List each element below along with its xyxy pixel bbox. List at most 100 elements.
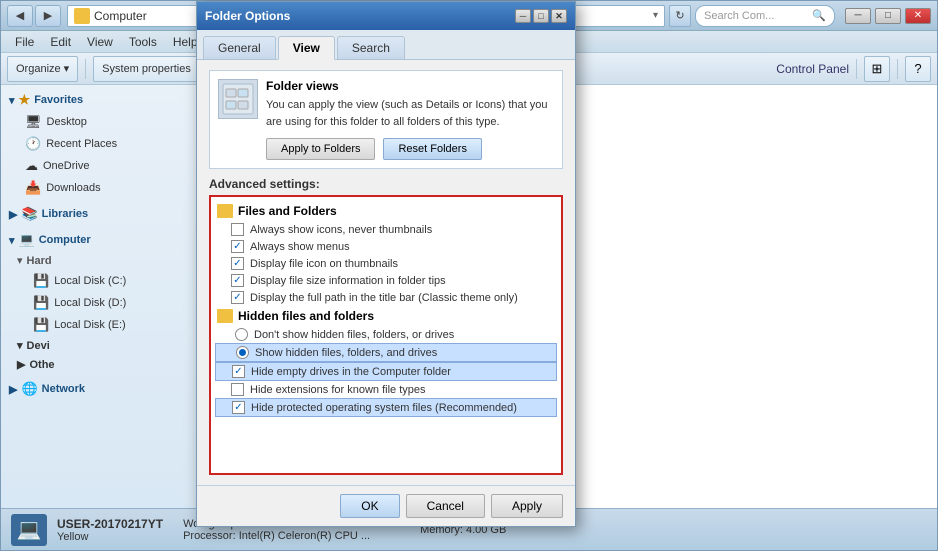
close-button[interactable]: ✕ [905,8,931,24]
recent-icon: 🕐 [25,136,41,152]
checkbox-display-full-path[interactable] [231,291,244,304]
window-controls: ─ □ ✕ [843,8,931,24]
search-box[interactable]: Search Com... 🔍 [695,5,835,27]
disk-e-label: Local Disk (E:) [54,319,126,331]
computer-header[interactable]: ▾ 💻 Computer [1,229,200,251]
libraries-triangle: ▶ [9,208,17,221]
checkbox-hide-extensions[interactable] [231,383,244,396]
sidebar-item-recent[interactable]: 🕐 Recent Places [1,133,200,155]
organize-button[interactable]: Organize ▾ [7,56,78,82]
checkbox-display-file-icon[interactable] [231,257,244,270]
disk-c-icon: 💾 [33,273,49,289]
folder-views-icon [218,79,258,119]
system-properties-button[interactable]: System properties [93,56,200,82]
devices-header[interactable]: ▾ Devi [1,336,200,355]
sidebar-item-d[interactable]: 💾 Local Disk (D:) [1,292,200,314]
other-header[interactable]: ▶ Othe [1,355,200,374]
dialog-title-bar: Folder Options ─ □ ✕ [197,2,575,30]
network-header[interactable]: ▶ 🌐 Network [1,378,200,400]
checkbox-hide-protected[interactable] [232,401,245,414]
radio-dont-show[interactable] [235,328,248,341]
adv-item-display-full-path[interactable]: Display the full path in the title bar (… [215,289,557,306]
hard-label: Hard [27,255,52,267]
sidebar-item-c[interactable]: 💾 Local Disk (C:) [1,270,200,292]
tab-search[interactable]: Search [337,36,405,59]
forward-icon: ▶ [44,9,52,22]
sidebar-item-downloads[interactable]: 📥 Downloads [1,177,200,199]
recent-label: Recent Places [46,138,117,150]
toolbar-separator [85,59,86,79]
computer-icon: 💻 [19,232,35,248]
dialog-apply-button[interactable]: Apply [491,494,563,518]
dialog-ok-button[interactable]: OK [340,494,399,518]
sidebar-item-desktop[interactable]: 🖥 Desktop [1,111,200,133]
minimize-icon: ─ [854,10,861,21]
status-info: USER-20170217YT Yellow [57,517,163,543]
dialog-maximize-button[interactable]: □ [533,9,549,23]
advanced-settings-box[interactable]: Files and Folders Always show icons, nev… [209,195,563,475]
explorer-window: ◀ ▶ Computer ▾ ↻ Search Com... 🔍 ─ □ [0,0,938,551]
adv-item-display-file-size[interactable]: Display file size information in folder … [215,272,557,289]
hard-drives-header[interactable]: ▾ Hard [1,251,200,270]
folder-views-description: You can apply the view (such as Details … [266,97,554,130]
toolbar-separator-3 [897,59,898,79]
search-placeholder: Search Com... [704,10,812,22]
favorites-header[interactable]: ▾ ★ Favorites [1,89,200,111]
libraries-section: ▶ 📚 Libraries [1,203,200,225]
checkbox-display-file-size[interactable] [231,274,244,287]
refresh-button[interactable]: ↻ [669,5,691,27]
adv-item-hide-empty-drives[interactable]: Hide empty drives in the Computer folder [215,362,557,381]
tab-general[interactable]: General [203,36,276,59]
apply-to-folders-button[interactable]: Apply to Folders [266,138,375,160]
search-icon[interactable]: 🔍 [812,9,826,22]
tab-view[interactable]: View [278,36,335,60]
folder-views-title: Folder views [266,79,554,93]
sidebar-item-onedrive[interactable]: ☁ OneDrive [1,155,200,177]
maximize-icon: □ [885,10,891,21]
sidebar-item-e[interactable]: 💾 Local Disk (E:) [1,314,200,336]
menu-edit[interactable]: Edit [42,33,79,51]
favorites-section: ▾ ★ Favorites 🖥 Desktop 🕐 Recent Places … [1,89,200,199]
dialog-cancel-button[interactable]: Cancel [406,494,485,518]
adv-item-always-menus[interactable]: Always show menus [215,238,557,255]
adv-item-show-hidden[interactable]: Show hidden files, folders, and drives [215,343,557,362]
hidden-files-label: Hidden files and folders [238,309,374,323]
address-dropdown-icon[interactable]: ▾ [653,10,658,21]
maximize-button[interactable]: □ [875,8,901,24]
libraries-header[interactable]: ▶ 📚 Libraries [1,203,200,225]
menu-tools[interactable]: Tools [121,33,165,51]
label-display-full-path: Display the full path in the title bar (… [250,292,518,304]
desktop-icon: 🖥 [25,114,42,130]
help-icon: ? [914,61,921,76]
computer-section: ▾ 💻 Computer ▾ Hard 💾 Local Disk (C:) 💾 … [1,229,200,374]
files-folders-label: Files and Folders [238,204,337,218]
adv-item-always-icons[interactable]: Always show icons, never thumbnails [215,221,557,238]
label-always-icons: Always show icons, never thumbnails [250,224,432,236]
close-icon: ✕ [914,10,922,21]
back-button[interactable]: ◀ [7,5,33,27]
forward-button[interactable]: ▶ [35,5,61,27]
adv-item-hide-extensions[interactable]: Hide extensions for known file types [215,381,557,398]
back-icon: ◀ [16,9,24,22]
help-button[interactable]: ? [905,56,931,82]
menu-file[interactable]: File [7,33,42,51]
dialog-minimize-button[interactable]: ─ [515,9,531,23]
checkbox-hide-empty-drives[interactable] [232,365,245,378]
minimize-button[interactable]: ─ [845,8,871,24]
view-change-button[interactable]: ⊞ [864,56,890,82]
label-always-menus: Always show menus [250,241,350,253]
downloads-icon: 📥 [25,180,41,196]
label-show-hidden: Show hidden files, folders, and drives [255,347,437,359]
hard-triangle: ▾ [17,254,23,267]
adv-item-dont-show[interactable]: Don't show hidden files, folders, or dri… [215,326,557,343]
reset-folders-button[interactable]: Reset Folders [383,138,481,160]
checkbox-always-menus[interactable] [231,240,244,253]
refresh-icon: ↻ [675,9,684,22]
adv-item-display-file-icon[interactable]: Display file icon on thumbnails [215,255,557,272]
adv-item-hide-protected[interactable]: Hide protected operating system files (R… [215,398,557,417]
dialog-close-button[interactable]: ✕ [551,9,567,23]
radio-show-hidden[interactable] [236,346,249,359]
dialog-window-buttons: ─ □ ✕ [515,9,567,23]
checkbox-always-icons[interactable] [231,223,244,236]
menu-view[interactable]: View [79,33,121,51]
